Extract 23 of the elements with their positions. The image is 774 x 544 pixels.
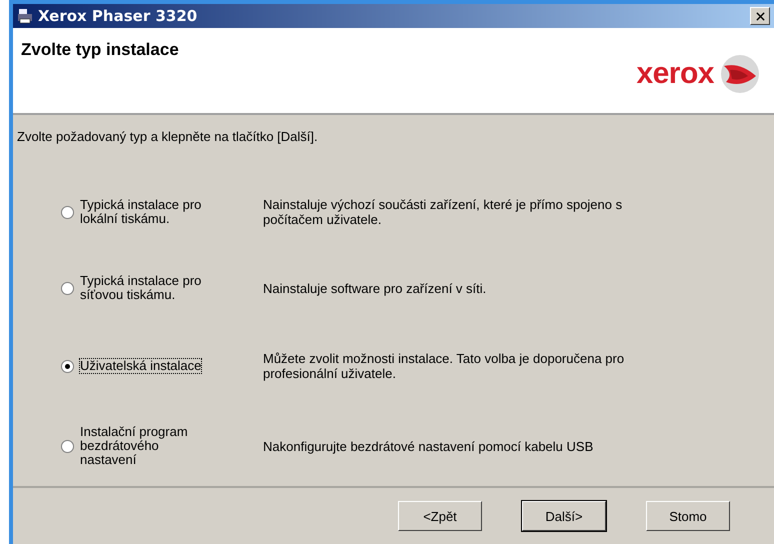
option-description: Můžete zvolit možnosti instalace. Tato volba je doporučena pro profesionální uživatele. <box>263 351 624 382</box>
logo-text: xerox <box>636 57 714 92</box>
option-label[interactable]: Typická instalace pro síťovou tiskámu. <box>80 274 202 302</box>
radio-button[interactable] <box>61 206 74 219</box>
radio-button[interactable] <box>61 282 74 295</box>
close-icon <box>756 12 764 21</box>
option-description: Nakonfigurujte bezdrátové nastavení pomocí kabelu USB <box>263 438 594 454</box>
option-label[interactable]: Typická instalace pro lokální tiskámu. <box>80 198 202 226</box>
dialog-button[interactable]: Stomo <box>646 501 730 531</box>
printer-icon <box>17 8 33 24</box>
dialog-button[interactable]: <Zpět <box>398 501 482 531</box>
sphere-logo-icon <box>720 54 760 94</box>
instruction-text: Zvolte požadovaný typ a klepněte na tlačítko [Další]. <box>17 129 319 144</box>
radio-button[interactable] <box>61 440 74 453</box>
option-label[interactable]: Uživatelská instalace <box>80 359 202 374</box>
option-label[interactable]: Instalační program bezdrátového nastavení <box>80 425 188 468</box>
page-heading: Zvolte typ instalace <box>21 40 179 60</box>
close-button[interactable] <box>750 7 770 26</box>
dialog-button[interactable]: Další> <box>522 501 606 531</box>
window-title: Xerox Phaser 3320 <box>38 7 198 26</box>
option-description: Nainstaluje výchozí součásti zařízení, které je přímo spojeno s počítačem uživatele. <box>263 197 622 228</box>
option-description: Nainstaluje software pro zařízení v síti. <box>263 280 486 296</box>
radio-button[interactable] <box>61 360 74 373</box>
